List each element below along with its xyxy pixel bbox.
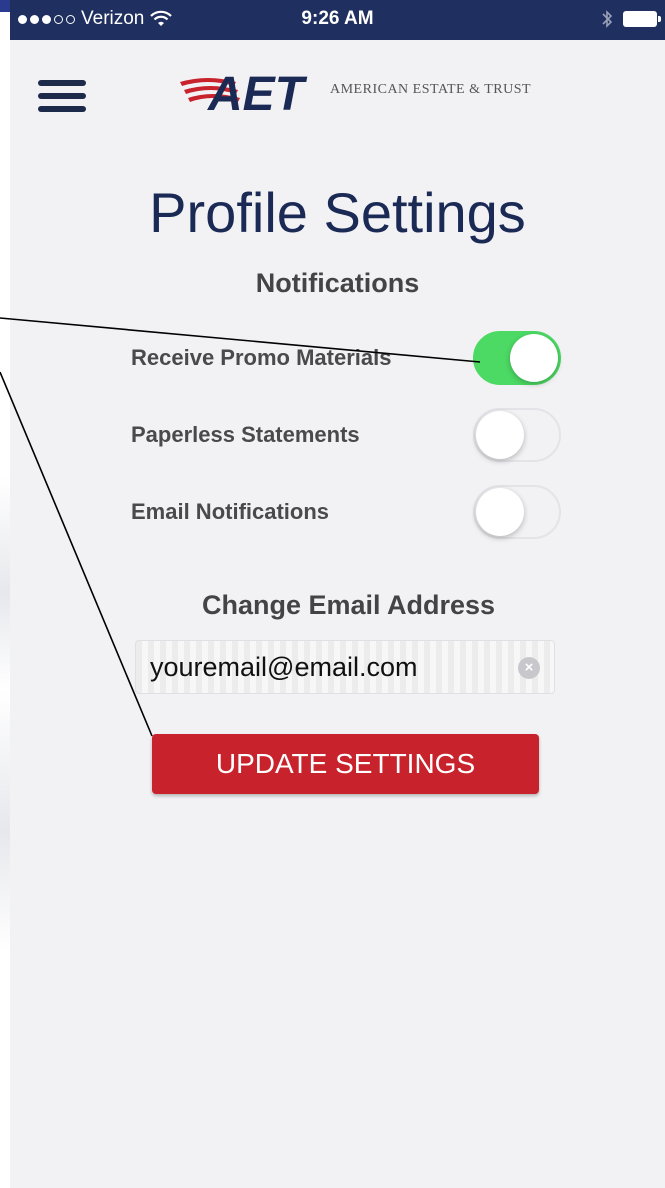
status-right bbox=[601, 9, 661, 29]
toggle-label-paperless: Paperless Statements bbox=[131, 422, 360, 447]
promo-materials-toggle[interactable] bbox=[473, 331, 561, 385]
toggle-row-paperless: Paperless Statements bbox=[131, 407, 561, 463]
phone-screen: Verizon 9:26 AM AET AMERICAN ESTATE & TR… bbox=[10, 0, 665, 1188]
notifications-heading: Notifications bbox=[255, 268, 420, 298]
toggle-knob bbox=[476, 488, 524, 536]
menu-bar bbox=[38, 80, 86, 86]
brand-name: AMERICAN ESTATE & TRUST bbox=[330, 82, 532, 97]
change-email-heading: Change Email Address bbox=[201, 590, 496, 620]
aet-logo-mark-icon: AET bbox=[180, 68, 308, 118]
app-header: AET AMERICAN ESTATE & TRUST bbox=[10, 40, 665, 140]
svg-text:AET: AET bbox=[207, 68, 308, 118]
toggle-label-email-notifications: Email Notifications bbox=[131, 499, 330, 524]
toggle-row-email-notifications: Email Notifications bbox=[131, 484, 561, 540]
menu-bar bbox=[38, 93, 86, 99]
battery-icon bbox=[623, 11, 661, 27]
hamburger-menu-icon[interactable] bbox=[38, 80, 86, 112]
update-settings-button[interactable]: UPDATE SETTINGS bbox=[152, 734, 539, 794]
brand-logo: AET AMERICAN ESTATE & TRUST bbox=[178, 62, 531, 118]
corner-accent bbox=[0, 0, 10, 12]
left-margin-strip bbox=[0, 0, 10, 1188]
menu-bar bbox=[38, 106, 86, 112]
clear-x-icon[interactable]: × bbox=[518, 657, 540, 679]
toggle-row-promo: Receive Promo Materials bbox=[131, 330, 561, 386]
email-field[interactable] bbox=[136, 650, 512, 684]
page-title: Profile Settings bbox=[149, 181, 526, 244]
status-bar: Verizon 9:26 AM bbox=[10, 0, 665, 40]
toggle-knob bbox=[476, 411, 524, 459]
paperless-statements-toggle[interactable] bbox=[473, 408, 561, 462]
screenshot-frame: Verizon 9:26 AM AET AMERICAN ESTATE & TR… bbox=[0, 0, 665, 1188]
email-field-container: × bbox=[135, 640, 555, 694]
toggle-label-promo: Receive Promo Materials bbox=[131, 345, 392, 370]
bluetooth-icon bbox=[602, 10, 613, 28]
email-notifications-toggle[interactable] bbox=[473, 485, 561, 539]
toggle-knob bbox=[510, 334, 558, 382]
status-time: 9:26 AM bbox=[301, 8, 374, 29]
